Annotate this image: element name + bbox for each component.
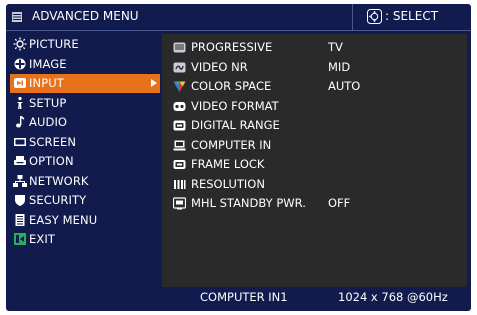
easy-menu-icon bbox=[13, 213, 27, 227]
exit-icon bbox=[13, 232, 27, 246]
mhl-icon bbox=[173, 197, 186, 210]
menu-title: ADVANCED MENU bbox=[32, 9, 139, 23]
submenu-arrow-icon bbox=[151, 79, 157, 87]
screen-icon bbox=[13, 135, 27, 149]
submenu-item-label: VIDEO NR bbox=[191, 59, 248, 74]
submenu-item-label: COMPUTER IN bbox=[191, 137, 272, 152]
submenu-item-label: DIGITAL RANGE bbox=[191, 118, 280, 132]
sun-icon bbox=[13, 37, 27, 51]
menu-item-security[interactable]: SECURITY bbox=[10, 191, 160, 211]
input-source: COMPUTER IN1 bbox=[200, 290, 288, 304]
submenu-item-label: VIDEO FORMAT bbox=[191, 98, 279, 113]
input-icon bbox=[13, 76, 27, 90]
frame-lock-icon bbox=[173, 158, 186, 171]
resolution-icon bbox=[173, 178, 186, 191]
progressive-icon bbox=[173, 41, 186, 54]
menu-item-label: IMAGE bbox=[29, 56, 67, 71]
menu-list-icon bbox=[12, 12, 22, 22]
menu-item-label: SETUP bbox=[29, 95, 67, 110]
video-nr-icon bbox=[173, 61, 186, 74]
menu-item-exit[interactable]: EXIT bbox=[10, 230, 160, 250]
menu-item-label: AUDIO bbox=[29, 115, 68, 129]
submenu-item-value: MID bbox=[328, 59, 351, 74]
submenu-item-label: PROGRESSIVE bbox=[191, 40, 273, 54]
advanced-menu-osd: ADVANCED MENU : SELECT PICTURE IMAGE INPUT… bbox=[6, 4, 471, 311]
menu-item-label: NETWORK bbox=[29, 173, 89, 188]
menu-item-picture[interactable]: PICTURE bbox=[10, 35, 160, 55]
menu-item-label: OPTION bbox=[29, 154, 74, 168]
menu-item-label: INPUT bbox=[29, 76, 64, 90]
submenu-item-value: TV bbox=[328, 40, 343, 54]
submenu-item-label: MHL STANDBY PWR. bbox=[191, 196, 306, 210]
menu-item-easy-menu[interactable]: EASY MENU bbox=[10, 211, 160, 231]
submenu-item-digital-range[interactable]: DIGITAL RANGE bbox=[162, 116, 467, 136]
menu-item-setup[interactable]: SETUP bbox=[10, 94, 160, 114]
input-submenu-panel: PROGRESSIVE TV VIDEO NR MID COLOR SPACE AUTO V… bbox=[162, 34, 467, 287]
menu-item-input[interactable]: INPUT bbox=[10, 74, 160, 94]
submenu-item-progressive[interactable]: PROGRESSIVE TV bbox=[162, 38, 467, 58]
menu-item-label: EXIT bbox=[29, 232, 55, 246]
shield-icon bbox=[13, 193, 27, 207]
music-note-icon bbox=[13, 115, 27, 129]
submenu-item-resolution[interactable]: RESOLUTION bbox=[162, 175, 467, 195]
image-icon bbox=[13, 57, 27, 71]
menu-item-label: SCREEN bbox=[29, 134, 77, 149]
menu-item-network[interactable]: NETWORK bbox=[10, 172, 160, 192]
video-format-icon bbox=[173, 100, 186, 113]
menu-item-audio[interactable]: AUDIO bbox=[10, 113, 160, 133]
color-space-icon bbox=[173, 80, 186, 93]
main-menu-list: PICTURE IMAGE INPUT SETUP AUDIO SCREEN OPTION N… bbox=[10, 35, 160, 250]
menu-item-label: SECURITY bbox=[29, 193, 87, 207]
submenu-item-label: COLOR SPACE bbox=[191, 79, 272, 93]
menu-item-option[interactable]: OPTION bbox=[10, 152, 160, 172]
submenu-item-label: RESOLUTION bbox=[191, 176, 265, 191]
computer-icon bbox=[173, 139, 186, 152]
submenu-item-video-nr[interactable]: VIDEO NR MID bbox=[162, 58, 467, 78]
dpad-icon bbox=[367, 9, 382, 24]
network-icon bbox=[13, 174, 27, 188]
submenu-item-video-format[interactable]: VIDEO FORMAT bbox=[162, 97, 467, 117]
title-bar: ADVANCED MENU : SELECT bbox=[6, 4, 471, 31]
signal-resolution: 1024 x 768 @60Hz bbox=[338, 290, 448, 304]
menu-item-image[interactable]: IMAGE bbox=[10, 55, 160, 75]
digital-range-icon bbox=[173, 119, 186, 132]
submenu-item-value: OFF bbox=[328, 196, 351, 210]
submenu-item-computer-in[interactable]: COMPUTER IN bbox=[162, 136, 467, 156]
submenu-item-label: FRAME LOCK bbox=[191, 157, 265, 171]
select-label: : SELECT bbox=[385, 9, 439, 23]
menu-item-label: PICTURE bbox=[29, 37, 79, 51]
select-hint: : SELECT bbox=[352, 4, 472, 30]
menu-item-screen[interactable]: SCREEN bbox=[10, 133, 160, 153]
option-icon bbox=[13, 154, 27, 168]
submenu-item-color-space[interactable]: COLOR SPACE AUTO bbox=[162, 77, 467, 97]
setup-icon bbox=[13, 96, 27, 110]
submenu-item-value: AUTO bbox=[328, 79, 361, 93]
submenu-item-mhl-standby-pwr[interactable]: MHL STANDBY PWR. OFF bbox=[162, 194, 467, 214]
status-bar: COMPUTER IN1 1024 x 768 @60Hz bbox=[162, 289, 467, 307]
submenu-item-frame-lock[interactable]: FRAME LOCK bbox=[162, 155, 467, 175]
menu-item-label: EASY MENU bbox=[29, 212, 98, 227]
